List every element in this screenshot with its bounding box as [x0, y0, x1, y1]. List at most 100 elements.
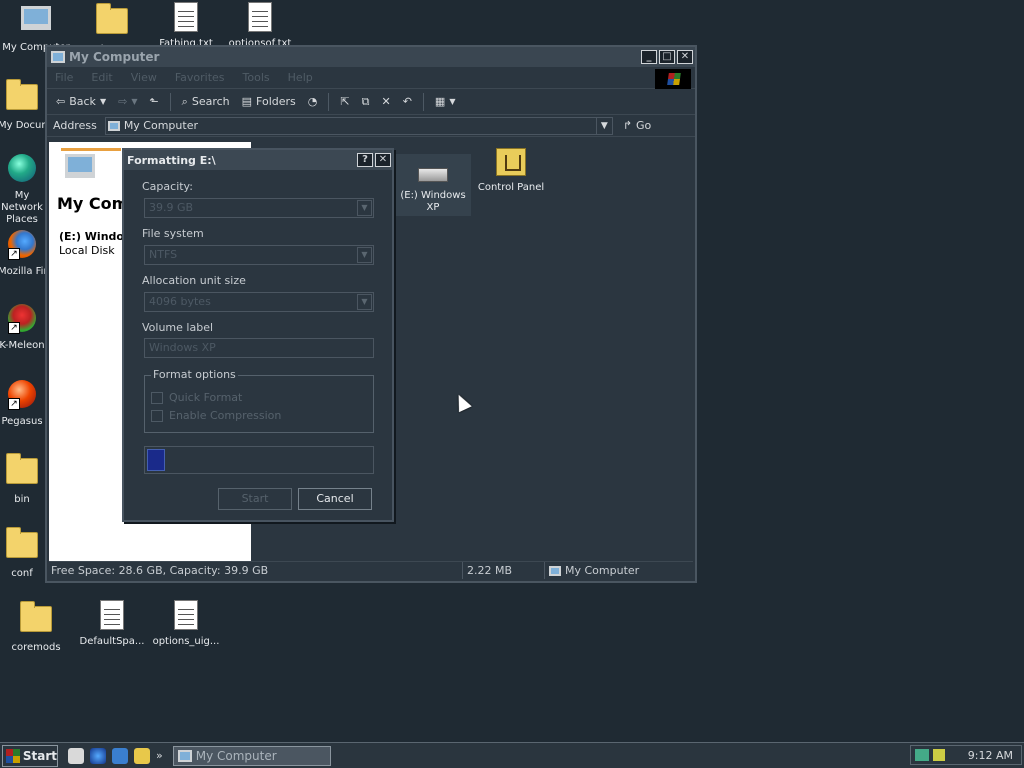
capacity-value: 39.9 GB [149, 201, 194, 214]
volume-input[interactable]: Windows XP [144, 338, 374, 358]
desktop-icon-bin[interactable]: bin [0, 452, 46, 506]
desktop-icon-coremods[interactable]: coremods [0, 600, 74, 654]
toolbar-separator [169, 92, 171, 111]
desktop-icon-conf[interactable]: conf [0, 526, 46, 580]
alloc-select[interactable]: 4096 bytes ▼ [144, 292, 374, 312]
pegasus-icon [6, 380, 38, 412]
window-titlebar[interactable]: My Computer _ □ ✕ [47, 47, 695, 67]
menu-tools[interactable]: Tools [243, 71, 270, 84]
desktop-icon-options-uig[interactable]: options_uig... [148, 600, 224, 648]
search-button[interactable]: ⌕ Search [179, 92, 233, 112]
folder-up-icon: ⬑ [149, 95, 159, 108]
outlook-icon[interactable] [112, 747, 128, 764]
start-button-taskbar[interactable]: Start [2, 744, 58, 767]
up-button[interactable]: ⬑ [146, 92, 161, 112]
drive-label: (E:) Windows XP [400, 190, 466, 213]
dialog-title: Formatting E:\ [127, 153, 216, 167]
history-button[interactable]: ◔ [305, 92, 321, 112]
system-tray: 9:12 AM [910, 745, 1022, 765]
browser-icon[interactable] [90, 747, 106, 764]
move-to-button[interactable]: ⇱ [337, 92, 352, 112]
minimize-button[interactable]: _ [641, 50, 657, 64]
explorer-icon[interactable] [134, 747, 150, 764]
taskbar-item-my-computer[interactable]: My Computer [172, 745, 331, 766]
control-panel-icon [496, 148, 526, 176]
close-button[interactable]: ✕ [677, 50, 693, 64]
format-dialog[interactable]: Formatting E:\ ? ✕ Capacity: 39.9 GB ▼ F… [122, 148, 394, 522]
alloc-label: Allocation unit size [142, 274, 246, 287]
chevron-down-icon[interactable]: ▼ [131, 97, 137, 106]
maximize-button[interactable]: □ [659, 50, 675, 64]
desktop-icon-defaultspa[interactable]: DefaultSpa... [74, 600, 150, 648]
menu-file[interactable]: File [55, 71, 73, 84]
desktop-icon-label: Mozilla Firefox [0, 266, 46, 277]
desktop-icon-label: K-Meleon [0, 340, 45, 351]
menu-help[interactable]: Help [288, 71, 313, 84]
checkbox-box [151, 391, 163, 404]
menu-view[interactable]: View [131, 71, 157, 84]
security-tray-icon[interactable] [933, 749, 945, 761]
cancel-button[interactable]: Cancel [298, 488, 372, 510]
desktop-icon-optionsof[interactable]: optionsof.txt [222, 2, 298, 50]
status-zone: My Computer [545, 562, 693, 579]
dialog-titlebar[interactable]: Formatting E:\ ? ✕ [124, 150, 392, 170]
undo-button[interactable]: ↶ [400, 92, 415, 112]
quick-format-checkbox[interactable]: Quick Format [151, 391, 242, 404]
filesystem-select[interactable]: NTFS ▼ [144, 245, 374, 265]
my-computer-icon [177, 749, 192, 762]
chevron-down-icon[interactable]: ▼ [449, 97, 455, 106]
status-size: 2.22 MB [463, 562, 545, 579]
folders-button[interactable]: ▤ Folders [239, 92, 299, 112]
desktop-icon-fathing[interactable]: Fathing.txt [148, 2, 224, 50]
go-button[interactable]: ↱ Go [623, 119, 651, 132]
desktop-icon-firefox[interactable]: Mozilla Firefox [0, 228, 46, 278]
chevron-down-icon: ▼ [357, 200, 372, 216]
desktop-icon-label: My Documents [0, 120, 46, 131]
delete-button[interactable]: ✕ [378, 92, 393, 112]
back-button[interactable]: ⇦ Back ▼ [53, 92, 109, 112]
dialog-close-button[interactable]: ✕ [375, 153, 391, 167]
desktop-icon-label: DefaultSpa... [79, 636, 145, 647]
chevron-down-icon[interactable]: ▼ [595, 117, 612, 134]
k-meleon-icon [6, 304, 38, 336]
help-button[interactable]: ? [357, 153, 373, 167]
desktop-icon-my-documents[interactable]: My Documents [0, 78, 46, 132]
views-button[interactable]: ▦ ▼ [432, 92, 459, 112]
pane-heading: My Com [57, 194, 129, 213]
volume-value: Windows XP [149, 341, 216, 354]
chevron-right-icon[interactable]: » [156, 749, 163, 762]
capacity-select[interactable]: 39.9 GB ▼ [144, 198, 374, 218]
search-label: Search [191, 95, 230, 108]
control-panel-item[interactable]: Control Panel [473, 148, 549, 194]
clock[interactable]: 9:12 AM [968, 749, 1013, 762]
menu-favorites[interactable]: Favorites [175, 71, 225, 84]
menu-edit[interactable]: Edit [91, 71, 112, 84]
chevron-down-icon[interactable]: ▼ [100, 97, 106, 106]
status-free-space: Free Space: 28.6 GB, Capacity: 39.9 GB [49, 562, 463, 579]
folder-icon [6, 453, 38, 490]
network-tray-icon[interactable] [915, 749, 929, 761]
start-label: Start [22, 748, 57, 763]
firefox-icon [6, 230, 38, 262]
window-title: My Computer [69, 50, 160, 64]
desktop-icon-k-meleon[interactable]: K-Meleon [0, 302, 46, 352]
address-input[interactable]: My Computer ▼ [104, 116, 613, 135]
my-computer-icon [61, 148, 121, 188]
my-documents-icon [6, 79, 38, 116]
show-desktop-icon[interactable] [68, 747, 84, 764]
address-label: Address [53, 119, 97, 132]
desktop-icon-pegasus[interactable]: Pegasus [0, 378, 46, 428]
desktop-icon-network[interactable]: My Network Places [0, 152, 46, 226]
my-computer-icon [51, 51, 65, 63]
desktop-icon-label: Pegasus [1, 416, 43, 427]
forward-button[interactable]: ⇨ ▼ [115, 92, 140, 112]
compression-checkbox[interactable]: Enable Compression [151, 409, 281, 422]
copy-to-button[interactable]: ⧉ [359, 92, 373, 112]
go-label: Go [636, 119, 652, 132]
text-file-icon [244, 2, 276, 34]
start-button[interactable]: Start [218, 488, 292, 510]
menu-bar: File Edit View Favorites Tools Help [47, 67, 695, 89]
drive-item[interactable]: (E:) Windows XP [395, 154, 471, 216]
quick-launch: » [68, 747, 163, 764]
views-icon: ▦ [434, 95, 446, 108]
